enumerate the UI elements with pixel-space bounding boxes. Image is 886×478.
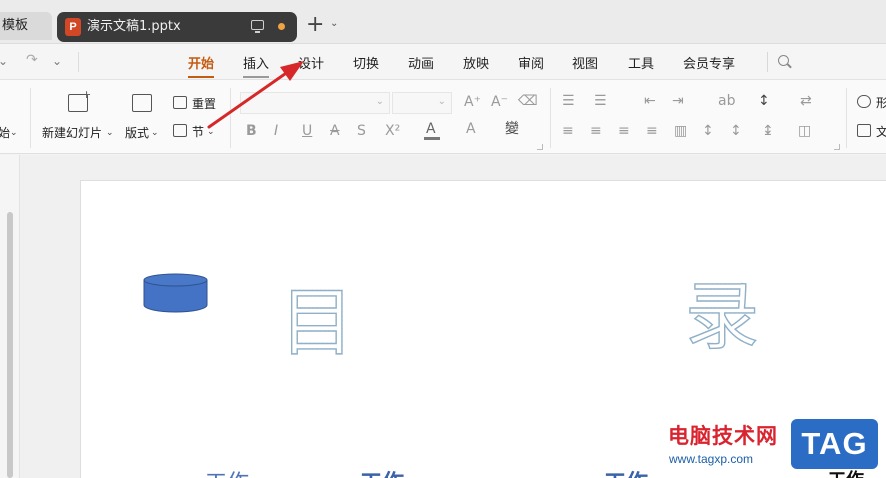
line-spacing-icon[interactable]: ↕: [702, 124, 714, 138]
slide-item-text[interactable]: 工作: [360, 465, 404, 478]
paragraph-spacing-icon[interactable]: ↕: [730, 124, 742, 138]
menu-bar: ⌄ ↷ ⌄ 开始 插入 设计 切换 动画 放映 审阅 视图 工具 会员专享: [0, 44, 886, 80]
menu-member[interactable]: 会员专享: [683, 53, 735, 72]
align-center-icon[interactable]: ≡: [590, 124, 602, 138]
slide-item-text[interactable]: 工作: [828, 466, 864, 478]
slide-title-char[interactable]: 目: [279, 285, 354, 360]
align-right-icon[interactable]: ≡: [618, 124, 630, 138]
slide-item-text[interactable]: 工作: [604, 465, 648, 478]
distribute-icon[interactable]: ▥: [674, 124, 687, 138]
ribbon-divider: [846, 88, 847, 148]
convert-icon[interactable]: ⇄: [800, 94, 812, 108]
unsaved-dot-icon[interactable]: [278, 23, 285, 30]
menu-slideshow[interactable]: 放映: [463, 53, 489, 72]
textbox-label[interactable]: 文: [876, 123, 886, 140]
ribbon-divider: [30, 88, 31, 148]
textbox-icon[interactable]: [857, 124, 871, 137]
menu-review[interactable]: 审阅: [518, 53, 544, 72]
chevron-down-icon: ⌄: [151, 128, 159, 138]
quick-access-more-icon[interactable]: ⌄: [52, 54, 62, 68]
cylinder-shape[interactable]: [143, 273, 208, 313]
scrollbar-thumb[interactable]: [7, 212, 13, 478]
font-size-select[interactable]: ⌄: [392, 92, 452, 114]
reset-icon: [173, 96, 187, 109]
decrease-indent-icon[interactable]: ⇤: [644, 94, 656, 108]
increase-indent-icon[interactable]: ⇥: [672, 94, 684, 108]
plus-icon: +: [82, 88, 92, 101]
title-bar: 模板 P 演示文稿1.pptx + ⌄: [0, 0, 886, 44]
menu-animations[interactable]: 动画: [408, 53, 434, 72]
layout-label: 版式: [125, 126, 150, 140]
ribbon-toolbar: 始 ⌄ + 新建幻灯片 ⌄ 版式 ⌄ 重置 节 ⌄ ⌄ ⌄ A⁺ A⁻ ⌫ B …: [0, 80, 886, 154]
menu-divider: [78, 52, 79, 72]
font-dialog-launcher[interactable]: [537, 144, 543, 150]
shape-label[interactable]: 形: [876, 94, 886, 111]
powerpoint-file-icon: P: [65, 18, 81, 36]
chevron-down-icon[interactable]: ⌄: [330, 18, 338, 29]
vertical-align-icon[interactable]: ↨: [762, 124, 774, 138]
chevron-down-icon[interactable]: ⌄: [10, 126, 18, 140]
highlight-icon[interactable]: A: [466, 122, 476, 136]
ribbon-divider: [550, 88, 551, 148]
shape-icon[interactable]: [857, 95, 871, 108]
menu-divider: [767, 52, 768, 72]
menu-view[interactable]: 视图: [572, 53, 598, 72]
tab-templates[interactable]: 模板: [0, 12, 52, 40]
chevron-down-icon: ⌄: [437, 96, 446, 107]
font-color-icon[interactable]: A: [426, 122, 436, 136]
justify-icon[interactable]: ≡: [646, 124, 658, 138]
clear-format-icon[interactable]: ⌫: [518, 94, 538, 108]
menu-transitions[interactable]: 切换: [353, 53, 379, 72]
chevron-down-icon: ⌄: [375, 96, 384, 107]
bullet-list-icon[interactable]: ☰: [562, 94, 575, 108]
align-left-icon[interactable]: ≡: [562, 124, 574, 138]
numbered-list-icon[interactable]: ☰: [594, 94, 607, 108]
tab-title: 演示文稿1.pptx: [87, 19, 181, 34]
search-icon[interactable]: [778, 55, 789, 66]
section-icon: [173, 124, 187, 137]
font-color-swatch: [424, 137, 440, 140]
annotation-arrow: [207, 61, 304, 129]
phonetic-icon[interactable]: 變: [505, 122, 519, 136]
watermark-logo: TAG: [791, 419, 878, 469]
sort-icon[interactable]: ↕: [758, 94, 770, 108]
strikethrough-icon[interactable]: A: [330, 124, 340, 138]
slide-item-text[interactable]: 工作: [205, 465, 249, 478]
redo-icon[interactable]: ↷: [26, 52, 38, 68]
text-direction-icon[interactable]: ab: [718, 94, 735, 108]
increase-font-icon[interactable]: A⁺: [464, 95, 481, 109]
columns-icon[interactable]: ◫: [798, 124, 811, 138]
watermark-title: 电脑技术网: [668, 424, 778, 448]
shadow-icon[interactable]: S: [357, 124, 366, 138]
monitor-icon[interactable]: [251, 20, 264, 33]
ribbon-partial-label[interactable]: 始: [0, 124, 10, 141]
new-tab-button[interactable]: +: [306, 14, 324, 36]
undo-dropdown-icon[interactable]: ⌄: [0, 54, 8, 68]
chevron-down-icon: ⌄: [106, 128, 114, 138]
watermark-url: www.tagxp.com: [669, 452, 754, 466]
layout-icon: [132, 94, 152, 112]
new-slide-label: 新建幻灯片: [42, 126, 103, 140]
menu-tools[interactable]: 工具: [628, 53, 654, 72]
tab-presentation[interactable]: P 演示文稿1.pptx: [57, 12, 297, 42]
slide-title-char[interactable]: 录: [684, 279, 759, 354]
superscript-icon[interactable]: X²: [385, 124, 400, 138]
decrease-font-icon[interactable]: A⁻: [491, 95, 508, 109]
paragraph-dialog-launcher[interactable]: [834, 144, 840, 150]
